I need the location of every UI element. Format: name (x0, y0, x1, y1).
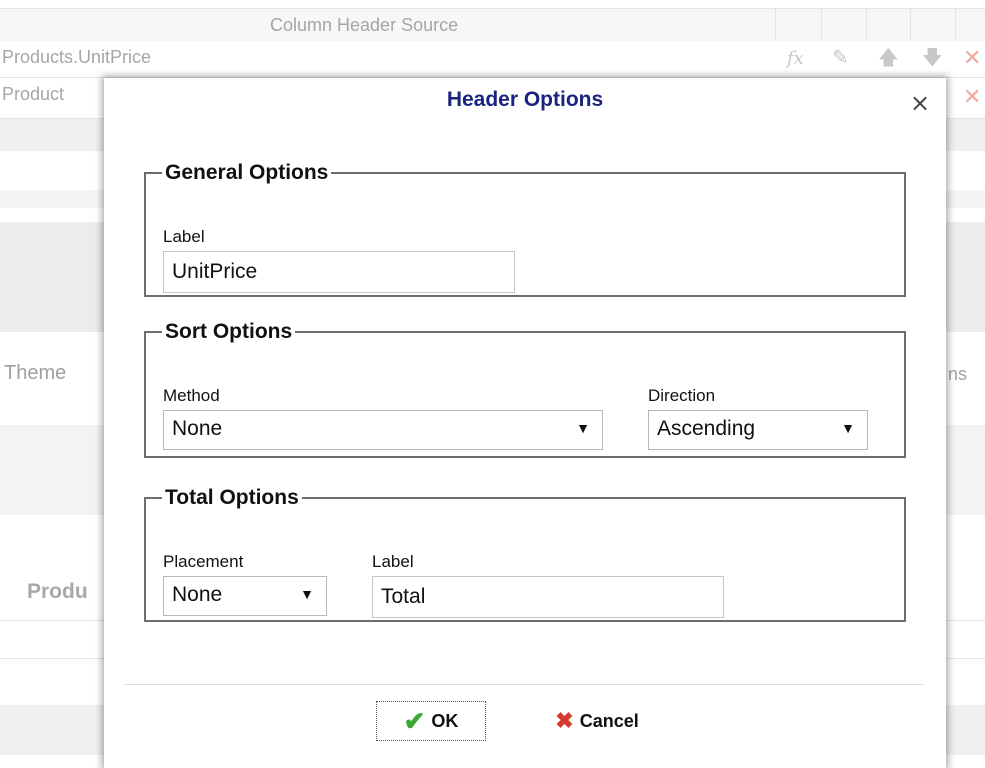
row-source-text: Product (2, 84, 65, 104)
label-input[interactable] (163, 251, 515, 293)
direction-select[interactable]: Ascending ▼ (648, 410, 868, 450)
cancel-button-label: Cancel (579, 710, 639, 731)
placement-select-value: None (172, 583, 223, 606)
checkmark-icon: ✔ (403, 706, 426, 736)
total-label-input[interactable] (372, 576, 724, 618)
placement-caption: Placement (163, 552, 244, 571)
placement-select[interactable]: None ▼ (163, 576, 327, 616)
header-options-dialog: Header Options × General Options Label S… (104, 78, 946, 768)
ok-button[interactable]: ✔ OK (376, 701, 486, 741)
column-header-source-label: Column Header Source (270, 15, 459, 35)
method-select-value: None (172, 417, 223, 440)
method-caption: Method (163, 386, 220, 405)
delete-icon[interactable]: ✕ (963, 47, 981, 69)
product-label: Produ (27, 580, 88, 603)
close-icon[interactable]: × (910, 91, 930, 115)
label-caption: Label (163, 227, 205, 246)
general-options-legend: General Options (165, 161, 329, 184)
sort-options-legend: Sort Options (165, 320, 293, 343)
ok-button-label: OK (431, 710, 459, 731)
arrow-down-icon[interactable]: 🡇 (922, 48, 943, 68)
total-label-caption: Label (372, 552, 414, 571)
footer-divider (124, 684, 924, 685)
method-select[interactable]: None ▼ (163, 410, 603, 450)
cancel-button[interactable]: ✖ Cancel (532, 701, 662, 741)
direction-select-value: Ascending (657, 417, 756, 440)
total-options-legend: Total Options (165, 486, 299, 509)
row-source-text: Products.UnitPrice (2, 47, 152, 67)
delete-icon[interactable]: ✕ (963, 86, 981, 108)
cross-icon: ✖ (555, 708, 574, 733)
arrow-up-icon[interactable]: 🡅 (878, 48, 899, 68)
table-row[interactable]: Products.UnitPrice fx ✎ 🡅 🡇 ✕ (0, 41, 985, 78)
partial-label: ns (948, 364, 968, 384)
theme-label: Theme (4, 362, 67, 384)
edit-icon[interactable]: ✎ (832, 48, 849, 68)
chevron-down-icon: ▼ (300, 586, 314, 602)
chevron-down-icon: ▼ (841, 420, 855, 436)
grid-header-row: Column Header Source (0, 8, 985, 42)
chevron-down-icon: ▼ (576, 420, 590, 436)
sort-options-group: Sort Options Method None ▼ Direction Asc… (144, 320, 906, 458)
general-options-group: General Options Label (144, 161, 906, 297)
fx-icon[interactable]: fx (787, 50, 804, 68)
total-options-group: Total Options Placement None ▼ Label (144, 486, 906, 622)
dialog-title: Header Options (446, 88, 604, 111)
direction-caption: Direction (648, 386, 716, 405)
